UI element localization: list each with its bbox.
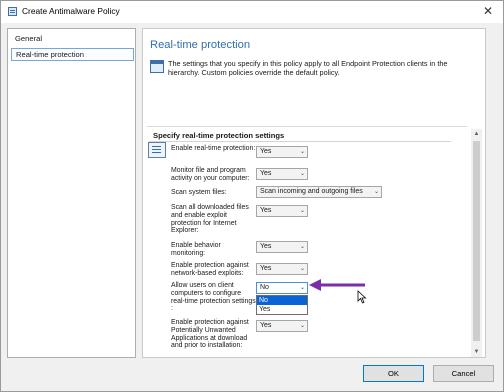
dropdown-option-no[interactable]: No — [257, 296, 307, 305]
nav-item-real-time-protection[interactable]: Real-time protection — [11, 48, 134, 61]
vertical-scrollbar[interactable]: ▲ ▼ — [471, 129, 482, 357]
window-title: Create Antimalware Policy — [22, 6, 120, 16]
setting-value: Yes — [260, 170, 272, 177]
section-header: Specify real-time protection settings — [149, 131, 451, 142]
setting-label: Scan system files: — [171, 189, 227, 196]
info-icon — [150, 60, 164, 73]
setting-dropdown[interactable]: Yes ⌄ — [256, 205, 308, 217]
chevron-down-icon: ⌄ — [299, 285, 305, 291]
section-header-label: Specify real-time protection settings — [153, 131, 285, 140]
scroll-up-icon[interactable]: ▲ — [471, 129, 482, 139]
setting-value: Yes — [260, 322, 272, 329]
title-bar: Create Antimalware Policy ✕ — [1, 1, 503, 23]
chevron-down-icon: ⌄ — [373, 189, 379, 195]
setting-dropdown-open[interactable]: No ⌄ — [256, 282, 308, 294]
chevron-down-icon: ⌄ — [299, 266, 305, 272]
content-panel: Real-time protection The settings that y… — [142, 28, 486, 358]
nav-panel: General Real-time protection — [7, 28, 136, 358]
ok-button[interactable]: OK — [363, 365, 424, 382]
policy-icon — [8, 7, 17, 16]
cancel-button[interactable]: Cancel — [433, 365, 494, 382]
setting-dropdown[interactable]: Scan incoming and outgoing files ⌄ — [256, 186, 382, 198]
page-title: Real-time protection — [150, 39, 251, 51]
setting-dropdown[interactable]: Yes ⌄ — [256, 241, 308, 253]
setting-label: Monitor file and program activity on you… — [171, 167, 250, 182]
setting-value: Yes — [260, 207, 272, 214]
setting-label: Enable real-time protection: — [171, 145, 256, 152]
chevron-down-icon: ⌄ — [299, 171, 305, 177]
chevron-down-icon: ⌄ — [299, 244, 305, 250]
setting-value: Scan incoming and outgoing files — [260, 188, 363, 195]
setting-label: Scan all downloaded files and enable exp… — [171, 204, 249, 235]
setting-value: Yes — [260, 243, 272, 250]
setting-dropdown[interactable]: Yes ⌄ — [256, 168, 308, 180]
setting-dropdown[interactable]: Yes ⌄ — [256, 320, 308, 332]
nav-item-general[interactable]: General — [11, 33, 134, 46]
settings-list-icon — [148, 142, 166, 158]
dropdown-list: No Yes — [256, 295, 308, 315]
mouse-cursor-icon — [357, 290, 367, 304]
setting-label: Enable protection against network-based … — [171, 262, 249, 277]
setting-value: Yes — [260, 148, 272, 155]
setting-value: No — [260, 284, 269, 291]
chevron-down-icon: ⌄ — [299, 208, 305, 214]
setting-label: Enable behavior monitoring: — [171, 242, 221, 257]
chevron-down-icon: ⌄ — [299, 149, 305, 155]
setting-value: Yes — [260, 265, 272, 272]
setting-dropdown[interactable]: Yes ⌄ — [256, 263, 308, 275]
description-text: The settings that you specify in this po… — [168, 59, 448, 78]
chevron-down-icon: ⌄ — [299, 323, 305, 329]
setting-dropdown[interactable]: Yes ⌄ — [256, 146, 308, 158]
close-button[interactable]: ✕ — [481, 4, 495, 18]
scroll-down-icon[interactable]: ▼ — [471, 347, 482, 357]
scroll-thumb[interactable] — [473, 141, 480, 341]
dialog-window: Create Antimalware Policy ✕ General Real… — [0, 0, 504, 392]
dropdown-option-yes[interactable]: Yes — [257, 305, 307, 314]
setting-label: Allow users on client computers to confi… — [171, 282, 256, 313]
setting-label: Enable protection against Potentially Un… — [171, 319, 249, 350]
